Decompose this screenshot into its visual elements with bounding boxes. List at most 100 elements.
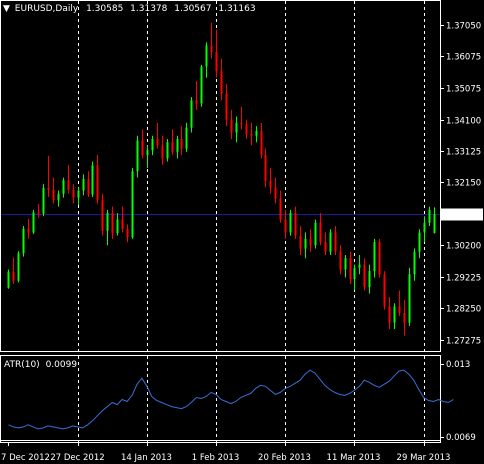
candle-body bbox=[22, 228, 25, 254]
candle-body bbox=[344, 258, 347, 270]
candle-body bbox=[101, 200, 104, 231]
candle bbox=[413, 248, 416, 281]
close-value: 1.31163 bbox=[218, 4, 255, 14]
candle bbox=[344, 254, 347, 278]
candle bbox=[166, 138, 169, 162]
candle bbox=[176, 135, 179, 159]
candle bbox=[245, 119, 248, 139]
candle-body bbox=[131, 171, 134, 238]
candle bbox=[156, 122, 159, 149]
candle bbox=[235, 116, 238, 143]
candle bbox=[250, 122, 253, 146]
candle bbox=[136, 135, 139, 178]
candle-body bbox=[225, 93, 228, 120]
candle bbox=[279, 190, 282, 223]
atr-name: ATR(10) bbox=[4, 360, 40, 370]
candle bbox=[161, 135, 164, 165]
candle bbox=[353, 264, 356, 291]
candle bbox=[299, 225, 302, 255]
y-tick-label: 1.31163 bbox=[446, 211, 481, 221]
candle bbox=[72, 184, 75, 204]
candle bbox=[111, 206, 114, 239]
atr-line bbox=[8, 369, 454, 430]
low-value: 1.30567 bbox=[174, 4, 211, 14]
candle-body bbox=[190, 100, 193, 128]
candle-body bbox=[260, 130, 263, 156]
candle-body bbox=[329, 232, 332, 252]
candle-body bbox=[205, 45, 208, 67]
candle bbox=[334, 225, 337, 255]
atr-value: 0.0099 bbox=[46, 360, 78, 370]
candle-body bbox=[27, 228, 30, 233]
candle bbox=[269, 167, 272, 194]
candle bbox=[180, 126, 183, 156]
candle bbox=[96, 155, 99, 204]
candle bbox=[7, 269, 10, 289]
candle-body bbox=[235, 122, 238, 133]
y-tick-label: 1.28250 bbox=[446, 305, 481, 315]
candle-body bbox=[37, 212, 40, 214]
candle-body bbox=[245, 124, 248, 135]
candle bbox=[289, 209, 292, 236]
candle-body bbox=[413, 251, 416, 275]
candle-body bbox=[250, 134, 253, 136]
candle-body bbox=[349, 258, 352, 280]
candle-body bbox=[284, 219, 287, 233]
candle-body bbox=[195, 100, 198, 104]
candle bbox=[388, 296, 391, 330]
candle bbox=[304, 232, 307, 259]
candle-body bbox=[111, 213, 114, 234]
high-value: 1.31378 bbox=[130, 4, 167, 14]
candle bbox=[17, 251, 20, 283]
candle-body bbox=[220, 71, 223, 94]
candle-body bbox=[200, 66, 203, 104]
y-tick-label: 1.33125 bbox=[446, 148, 481, 158]
candle bbox=[27, 218, 30, 239]
candle-body bbox=[52, 189, 55, 201]
price-axis: 1.37050 1.36075 1.35075 1.34100 1.33125 1.321… bbox=[440, 22, 483, 347]
candle bbox=[205, 42, 208, 78]
candle-body bbox=[62, 180, 65, 194]
candle bbox=[240, 106, 243, 130]
candle bbox=[264, 148, 267, 188]
candle bbox=[294, 206, 297, 239]
chart-canvas: 1.37050 1.36075 1.35075 1.34100 1.33125 1.321… bbox=[0, 0, 483, 463]
candle-body bbox=[264, 155, 267, 181]
candle-body bbox=[161, 145, 164, 159]
candle-body bbox=[304, 238, 307, 249]
candle bbox=[52, 177, 55, 204]
candle-body bbox=[171, 142, 174, 152]
candle-body bbox=[136, 140, 139, 172]
candle-body bbox=[319, 222, 322, 243]
candle-body bbox=[279, 198, 282, 220]
candle-body bbox=[240, 122, 243, 125]
candle-body bbox=[314, 222, 317, 246]
candle-body bbox=[210, 45, 213, 53]
candle bbox=[116, 213, 119, 236]
candle bbox=[368, 264, 371, 294]
candle-body bbox=[17, 253, 20, 281]
candle bbox=[260, 122, 263, 159]
x-tick-label: 29 Mar 2013 bbox=[397, 453, 451, 463]
candle bbox=[101, 193, 104, 236]
candle bbox=[378, 238, 381, 278]
candle-body bbox=[230, 119, 233, 133]
candle-body bbox=[126, 229, 129, 238]
candle-body bbox=[151, 138, 154, 151]
candle-body bbox=[141, 140, 144, 156]
atr-header: ATR(10) 0.0099 bbox=[4, 360, 77, 370]
candle-body bbox=[393, 306, 396, 323]
candle-body bbox=[363, 264, 366, 288]
candle bbox=[418, 229, 421, 259]
candle bbox=[185, 122, 188, 152]
y-tick-label: 1.36075 bbox=[446, 53, 481, 63]
candle-body bbox=[146, 150, 149, 156]
candle bbox=[230, 110, 233, 139]
candle bbox=[62, 177, 65, 198]
x-tick-label: 20 Feb 2013 bbox=[258, 453, 311, 463]
candle bbox=[82, 174, 85, 196]
candle-body bbox=[255, 130, 258, 136]
candle-body bbox=[408, 274, 411, 323]
candle bbox=[274, 177, 277, 204]
candle-body bbox=[418, 232, 421, 252]
